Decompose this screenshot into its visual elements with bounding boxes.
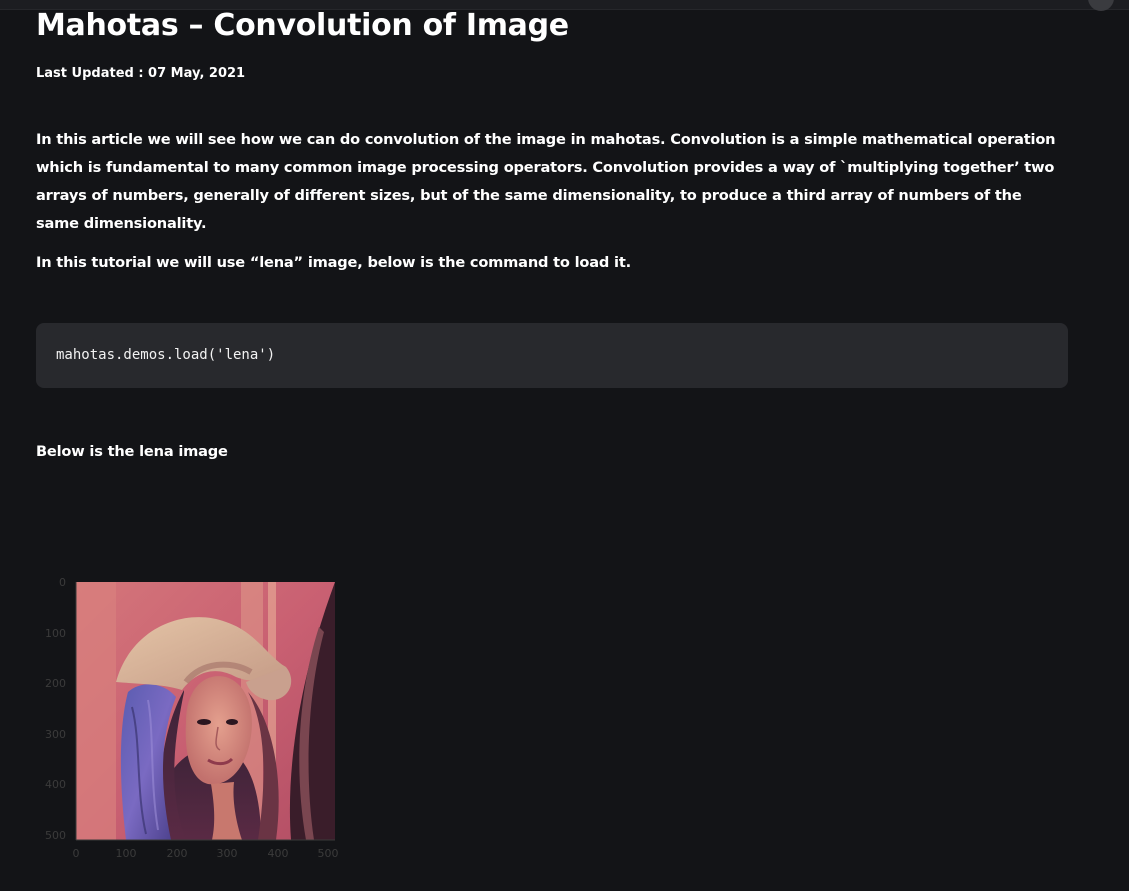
- intro-paragraph: In this article we will see how we can d…: [36, 131, 1056, 232]
- x-tick-label: 100: [116, 847, 137, 860]
- y-tick-label: 100: [45, 627, 66, 640]
- code-line: mahotas.demos.load('lena'): [56, 347, 276, 363]
- x-tick-label: 0: [73, 847, 80, 860]
- x-tick-label: 300: [217, 847, 238, 860]
- last-updated-date: Last Updated : 07 May, 2021: [36, 66, 246, 81]
- y-tick-label: 200: [45, 677, 66, 690]
- lena-picture: [76, 582, 335, 840]
- lena-image-figure: 0 100 200 300 400 500 0 100 200 300 400 …: [36, 572, 356, 862]
- x-tick-label: 400: [268, 847, 289, 860]
- y-tick-label: 400: [45, 778, 66, 791]
- x-tick-label: 500: [318, 847, 339, 860]
- image-caption: Below is the lena image: [36, 443, 228, 460]
- page-title: Mahotas – Convolution of Image: [36, 8, 569, 43]
- y-tick-label: 300: [45, 728, 66, 741]
- y-tick-label: 500: [45, 829, 66, 842]
- code-block: mahotas.demos.load('lena'): [36, 323, 1068, 388]
- tutorial-paragraph: In this tutorial we will use “lena” imag…: [36, 254, 631, 271]
- y-tick-label: 0: [59, 576, 66, 589]
- x-tick-label: 200: [167, 847, 188, 860]
